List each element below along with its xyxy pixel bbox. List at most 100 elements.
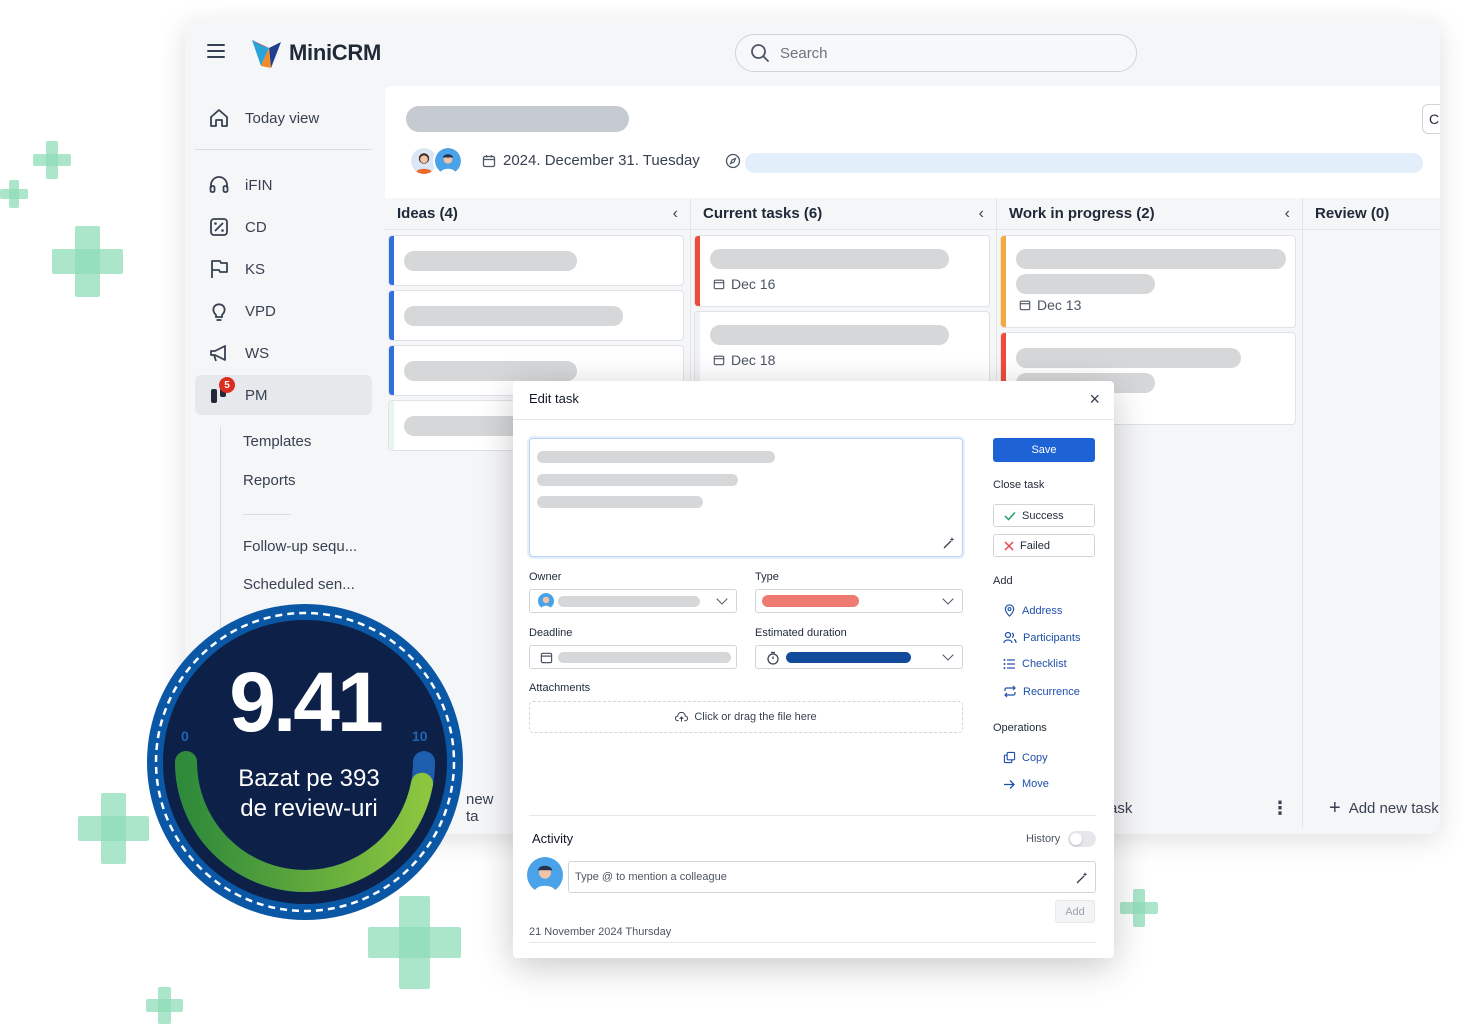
avatar xyxy=(538,593,554,609)
activity-date: 21 November 2024 Thursday xyxy=(529,926,672,938)
add-participants-link[interactable]: Participants xyxy=(1003,631,1080,644)
add-task-footer[interactable]: new ta xyxy=(466,788,506,828)
save-button[interactable]: Save xyxy=(993,438,1095,462)
rating-scale-max: 10 xyxy=(412,728,428,744)
logo: MiniCRM xyxy=(249,36,381,70)
sidebar-item-pm[interactable]: 5 PM xyxy=(195,375,372,415)
add-section-label: Add xyxy=(993,575,1013,587)
project-title-placeholder xyxy=(406,106,629,132)
sidebar-item-cd[interactable]: CD xyxy=(195,207,372,247)
link-label: Checklist xyxy=(1022,658,1067,670)
rating-badge xyxy=(147,604,463,920)
column-title: Review (0) xyxy=(1315,205,1390,222)
link-label: Move xyxy=(1022,778,1049,790)
chevron-left-icon[interactable]: ‹ xyxy=(673,205,678,223)
comment-box[interactable] xyxy=(568,861,1096,893)
add-checklist-link[interactable]: Checklist xyxy=(1003,658,1067,670)
add-new-task-button[interactable]: + Add new task xyxy=(1329,788,1439,828)
column-header: Current tasks (6) ‹ xyxy=(691,198,996,230)
link-label: Participants xyxy=(1023,631,1081,644)
sidebar-subitem-reports[interactable]: Reports xyxy=(243,472,296,489)
x-icon xyxy=(1004,540,1014,551)
rating-caption-line1: Bazat pe 393 xyxy=(238,765,380,792)
attachment-dropzone[interactable]: Click or drag the file here xyxy=(529,701,963,733)
brand-name: MiniCRM xyxy=(289,40,381,65)
copy-link[interactable]: Copy xyxy=(1003,751,1048,764)
sidebar-item-vpd[interactable]: VPD xyxy=(195,291,372,331)
divider xyxy=(195,149,372,150)
chevron-left-icon[interactable]: ‹ xyxy=(979,205,984,223)
list-icon xyxy=(1003,659,1015,669)
search-box[interactable] xyxy=(735,34,1137,72)
task-card[interactable]: Dec 18 xyxy=(694,311,990,383)
chevron-left-icon[interactable]: ‹ xyxy=(1285,205,1290,223)
due-date: Dec 16 xyxy=(713,276,775,292)
move-link[interactable]: Move xyxy=(1003,778,1049,790)
more-vertical-icon[interactable]: ⋮ xyxy=(1271,798,1289,819)
avatar xyxy=(527,857,563,893)
sidebar-item-label: VPD xyxy=(245,302,276,320)
button-label: Failed xyxy=(1020,539,1050,552)
deadline-field[interactable] xyxy=(529,645,737,669)
column-title: Current tasks (6) xyxy=(703,205,823,222)
sidebar-item-label: PM xyxy=(245,386,268,404)
magic-wand-icon[interactable] xyxy=(1075,871,1089,885)
decor-cross xyxy=(78,793,149,864)
top-bar: MiniCRM xyxy=(185,20,1440,86)
project-progress-bar xyxy=(745,153,1423,173)
board-column-review: Review (0) + Add new task xyxy=(1303,198,1440,828)
calendar-icon xyxy=(482,154,496,167)
owner-select[interactable] xyxy=(529,589,737,613)
sidebar-subitem-templates[interactable]: Templates xyxy=(243,433,311,450)
sidebar-item-ws[interactable]: WS xyxy=(195,333,372,373)
megaphone-icon xyxy=(207,341,231,365)
task-card[interactable] xyxy=(388,235,684,286)
task-description-editor[interactable] xyxy=(529,438,963,557)
due-date-text: Dec 13 xyxy=(1037,297,1082,313)
project-header: 2024. December 31. Tuesday C xyxy=(385,86,1440,198)
sidebar-subitem-scheduled[interactable]: Scheduled sen... xyxy=(243,576,355,593)
type-select[interactable] xyxy=(755,589,963,613)
column-header: Review (0) xyxy=(1303,198,1440,230)
add-recurrence-link[interactable]: Recurrence xyxy=(1003,685,1080,698)
history-toggle[interactable] xyxy=(1068,831,1096,847)
percent-icon xyxy=(207,215,231,239)
add-task-footer[interactable]: ask ⋮ xyxy=(1109,788,1299,828)
add-address-link[interactable]: Address xyxy=(1003,604,1062,617)
calendar-icon xyxy=(540,652,553,664)
sidebar-item-ifin[interactable]: iFIN xyxy=(195,165,372,205)
task-card[interactable]: Dec 16 xyxy=(694,235,990,307)
due-date-text: Dec 16 xyxy=(731,276,776,292)
magic-wand-icon[interactable] xyxy=(942,536,956,550)
rating-scale-min: 0 xyxy=(181,728,189,744)
column-header: Ideas (4) ‹ xyxy=(385,198,690,230)
stage: MiniCRM Today view xyxy=(0,0,1464,1024)
timer-icon xyxy=(767,651,779,665)
task-card[interactable]: Dec 13 xyxy=(1000,235,1296,328)
menu-icon[interactable] xyxy=(207,44,227,60)
sidebar-item-label: Today view xyxy=(245,109,320,127)
due-date-text: Dec 18 xyxy=(731,352,776,368)
sidebar-item-today-view[interactable]: Today view xyxy=(195,98,372,138)
owner-label: Owner xyxy=(529,571,562,583)
participant-avatars[interactable] xyxy=(409,146,463,176)
close-icon[interactable]: × xyxy=(1089,389,1100,410)
close-task-label: Close task xyxy=(993,479,1045,491)
sidebar-item-ks[interactable]: KS xyxy=(195,249,372,289)
search-input[interactable] xyxy=(780,44,1080,62)
task-card[interactable] xyxy=(388,290,684,341)
sidebar-subitem-follow-up[interactable]: Follow-up sequ... xyxy=(243,538,357,555)
duration-select[interactable] xyxy=(755,645,963,669)
search-icon xyxy=(751,44,769,62)
dialog-title: Edit task xyxy=(529,391,579,406)
comment-input[interactable] xyxy=(575,871,1055,883)
failed-button[interactable]: Failed xyxy=(993,534,1095,557)
success-button[interactable]: Success xyxy=(993,504,1095,527)
check-icon xyxy=(1004,511,1016,521)
type-label: Type xyxy=(755,571,779,583)
header-action-button[interactable]: C xyxy=(1422,104,1440,134)
add-comment-button[interactable]: Add xyxy=(1055,900,1095,923)
divider xyxy=(513,419,1114,420)
link-label: Address xyxy=(1022,604,1063,617)
project-date: 2024. December 31. Tuesday xyxy=(482,152,741,169)
